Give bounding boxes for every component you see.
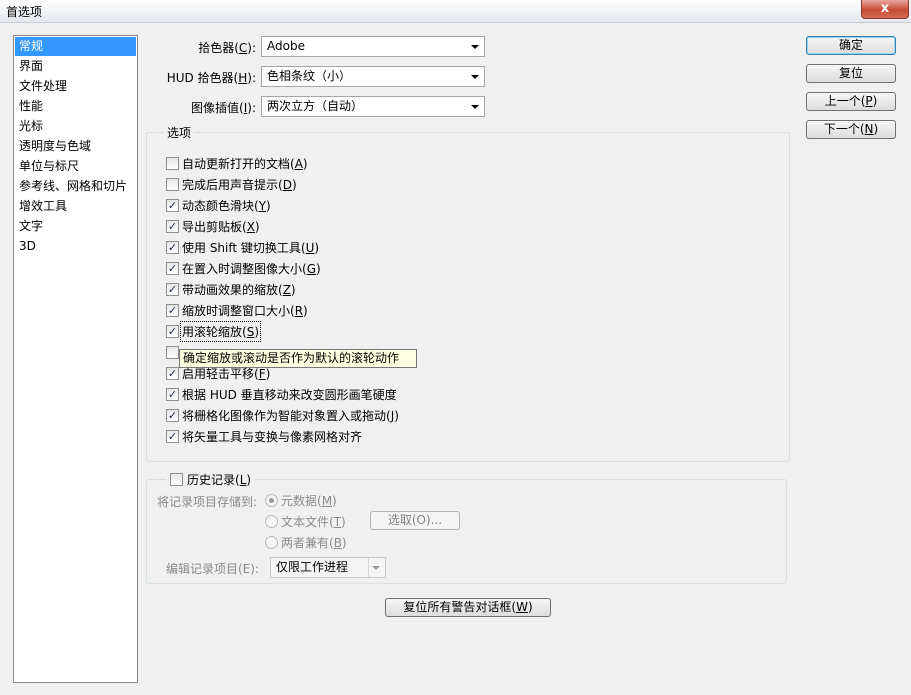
checkbox-zoom-clicked-point[interactable]	[166, 346, 179, 359]
radio-text-file-label: 文本文件(T)	[281, 515, 346, 529]
sidebar-item-cursors[interactable]: 光标	[15, 117, 136, 136]
reset-button[interactable]: 复位	[806, 64, 896, 83]
checkbox-label-export-clipboard[interactable]: 导出剪贴板(X)	[182, 218, 260, 235]
radio-both-label: 两者兼有(B)	[281, 536, 347, 550]
checkbox-label-scroll-wheel-zoom[interactable]: 用滚轮缩放(S)	[180, 321, 261, 342]
checkbox-label-animated-zoom[interactable]: 带动画效果的缩放(Z)	[182, 281, 296, 298]
color-picker-select[interactable]: Adobe	[261, 36, 485, 57]
category-list[interactable]: 常规 界面 文件处理 性能 光标 透明度与色域 单位与标尺 参考线、网格和切片 …	[13, 35, 138, 683]
sidebar-item-plugins[interactable]: 增效工具	[15, 197, 136, 216]
ok-button[interactable]: 确定	[806, 36, 896, 55]
interpolation-select[interactable]: 两次立方（自动）	[261, 96, 485, 117]
prev-button[interactable]: 上一个(P)	[806, 92, 896, 111]
chevron-down-icon	[372, 566, 380, 570]
history-checkbox[interactable]	[170, 473, 183, 486]
edit-log-label: 编辑记录项目(E):	[166, 562, 259, 576]
checkbox-shift-tool-switch[interactable]	[166, 241, 179, 254]
radio-metadata-label: 元数据(M)	[281, 494, 337, 508]
checkbox-snap-vector-pixel-grid[interactable]	[166, 430, 179, 443]
checkbox-auto-update-docs[interactable]	[166, 157, 179, 170]
checkbox-label-resize-on-place[interactable]: 在置入时调整图像大小(G)	[182, 260, 321, 277]
checkbox-label-hud-vertical-hardness[interactable]: 根据 HUD 垂直移动来改变圆形画笔硬度	[182, 386, 397, 403]
interpolation-label: 图像插值(I):	[191, 101, 256, 115]
sidebar-item-guides[interactable]: 参考线、网格和切片	[15, 177, 136, 196]
radio-both[interactable]	[265, 536, 278, 549]
chevron-down-icon	[471, 105, 479, 109]
checkbox-animated-zoom[interactable]	[166, 283, 179, 296]
edit-log-select[interactable]: 仅限工作进程	[270, 557, 386, 578]
checkbox-label-sound-on-finish[interactable]: 完成后用声音提示(D)	[182, 176, 297, 193]
checkbox-resize-on-place[interactable]	[166, 262, 179, 275]
color-picker-label: 拾色器(C):	[198, 41, 256, 55]
chevron-down-icon	[471, 45, 479, 49]
checkbox-label-snap-vector-pixel-grid[interactable]: 将矢量工具与变换与像素网格对齐	[182, 428, 362, 445]
title-bar	[0, 0, 911, 23]
save-to-label: 将记录项目存储到:	[157, 495, 258, 509]
options-legend: 选项	[164, 124, 195, 141]
reset-warnings-button[interactable]: 复位所有警告对话框(W)	[385, 598, 551, 617]
close-icon: x	[880, 1, 890, 16]
sidebar-item-performance[interactable]: 性能	[15, 97, 136, 116]
checkbox-flick-panning[interactable]	[166, 367, 179, 380]
sidebar-item-general[interactable]: 常规	[15, 37, 136, 56]
radio-text-file[interactable]	[265, 515, 278, 528]
sidebar-item-transparency[interactable]: 透明度与色域	[15, 137, 136, 156]
history-legend: 历史记录(L)	[166, 471, 256, 488]
close-button[interactable]: x	[861, 0, 909, 19]
checkbox-dynamic-color-sliders[interactable]	[166, 199, 179, 212]
tooltip: 确定缩放或滚动是否作为默认的滚轮动作	[179, 349, 417, 368]
sidebar-item-file-handling[interactable]: 文件处理	[15, 77, 136, 96]
sidebar-item-type[interactable]: 文字	[15, 217, 136, 236]
checkbox-place-smart-object[interactable]	[166, 409, 179, 422]
choose-button[interactable]: 选取(O)...	[370, 511, 460, 530]
sidebar-item-3d[interactable]: 3D	[15, 237, 136, 256]
checkbox-zoom-resizes-windows[interactable]	[166, 304, 179, 317]
hud-picker-label: HUD 拾色器(H):	[166, 71, 256, 85]
hud-picker-select[interactable]: 色相条纹（小）	[261, 66, 485, 87]
radio-metadata[interactable]	[265, 494, 278, 507]
sidebar-item-interface[interactable]: 界面	[15, 57, 136, 76]
checkbox-label-dynamic-color-sliders[interactable]: 动态颜色滑块(Y)	[182, 197, 271, 214]
checkbox-sound-on-finish[interactable]	[166, 178, 179, 191]
window-title: 首选项	[6, 5, 43, 19]
checkbox-hud-vertical-hardness[interactable]	[166, 388, 179, 401]
checkbox-label-auto-update-docs[interactable]: 自动更新打开的文档(A)	[182, 155, 308, 172]
sidebar-item-units[interactable]: 单位与标尺	[15, 157, 136, 176]
chevron-down-icon	[471, 75, 479, 79]
checkbox-scroll-wheel-zoom[interactable]	[166, 325, 179, 338]
checkbox-label-place-smart-object[interactable]: 将栅格化图像作为智能对象置入或拖动(J)	[182, 407, 399, 424]
checkbox-export-clipboard[interactable]	[166, 220, 179, 233]
next-button[interactable]: 下一个(N)	[806, 120, 896, 139]
checkbox-label-zoom-resizes-windows[interactable]: 缩放时调整窗口大小(R)	[182, 302, 308, 319]
checkbox-label-shift-tool-switch[interactable]: 使用 Shift 键切换工具(U)	[182, 239, 319, 256]
